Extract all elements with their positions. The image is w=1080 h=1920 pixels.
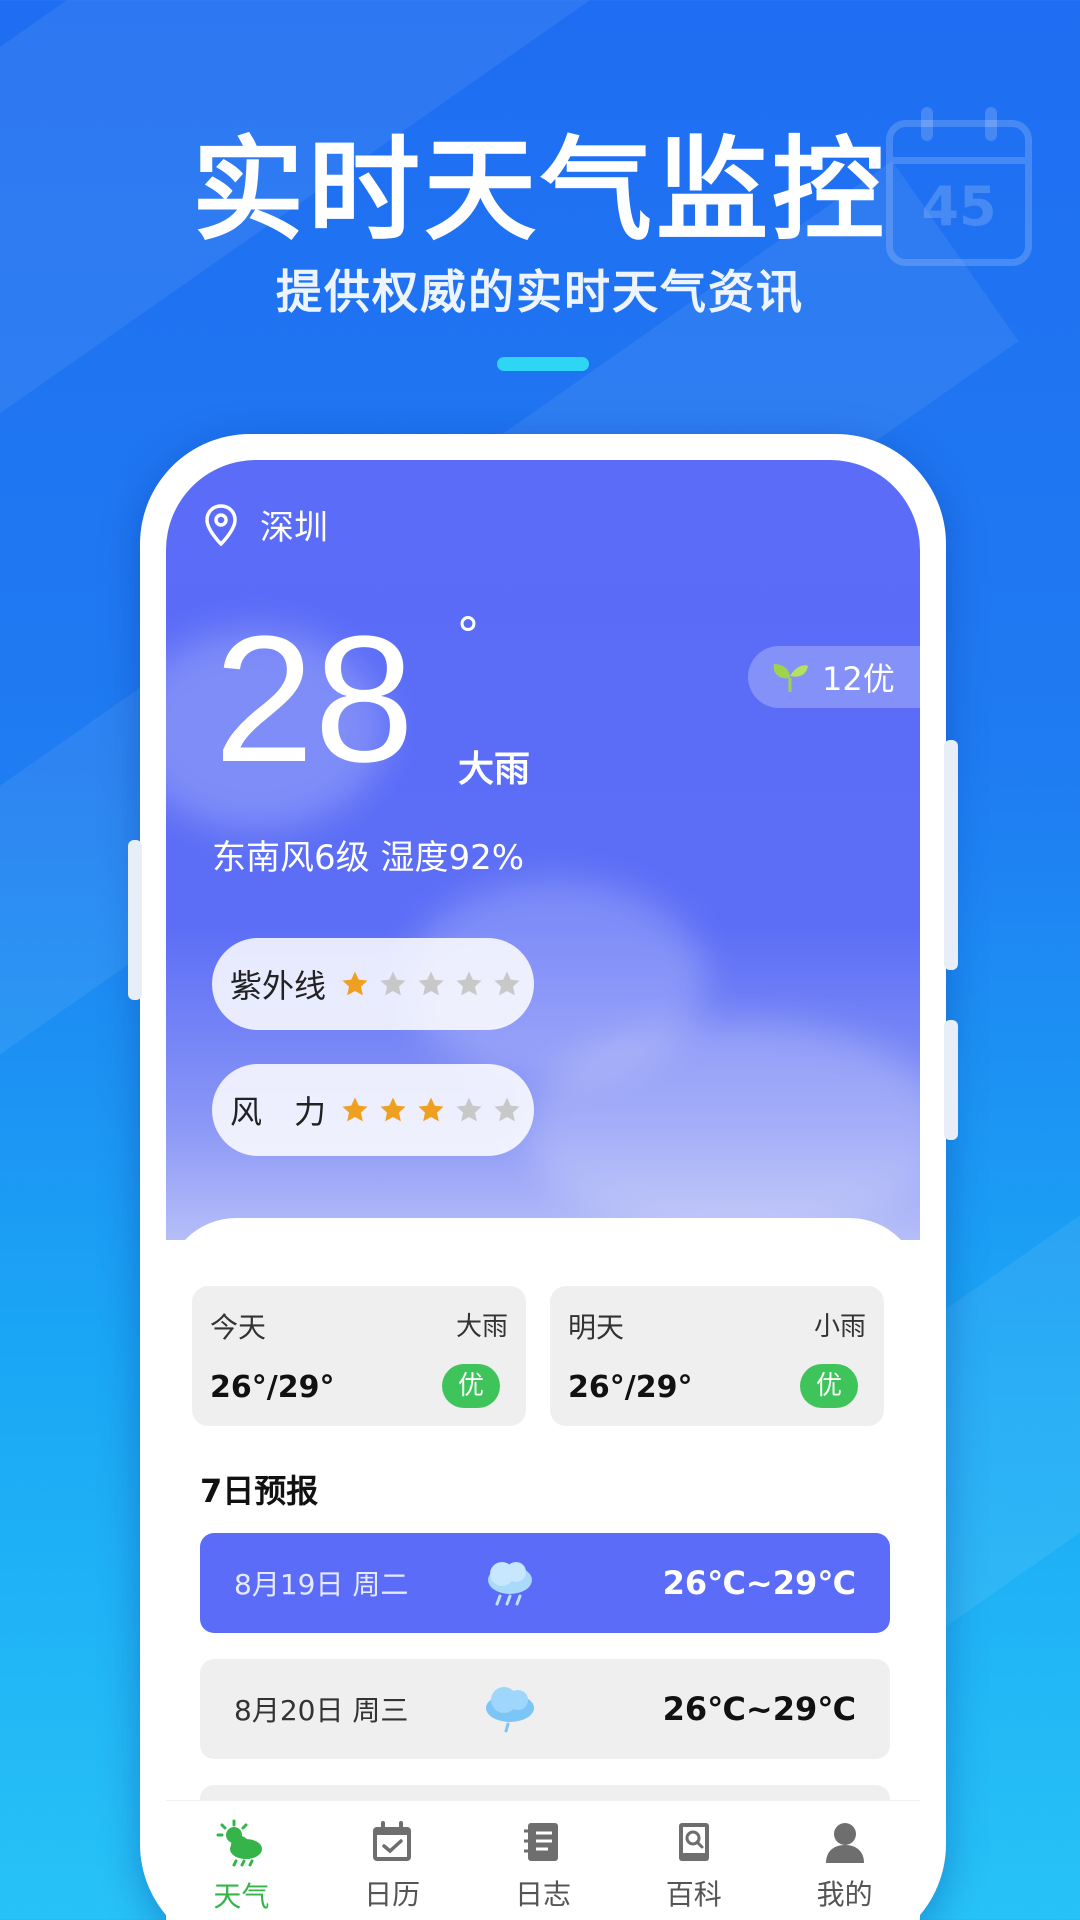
day-condition: 大雨 [455,1312,508,1342]
tab-label: 我的 [816,1878,873,1911]
encyclopedia-icon [678,1823,709,1861]
star-empty-icon [494,971,520,996]
profile-icon [825,1823,864,1863]
star-filled-icon [380,1097,406,1122]
day-name: 明天 [568,1311,625,1344]
star-filled-icon [342,971,368,996]
uv-rating [340,969,530,999]
wind-force-label: 风 力 [230,1093,327,1131]
wind-humidity: 东南风6级 湿度92% [212,838,525,878]
current-temperature: 28 [214,599,415,800]
bottom-tab-bar: 天气 日历 日志 百科 我的 [166,1800,920,1920]
forecast-temp-range: 26℃~29℃ [662,1564,856,1602]
calendar-icon [373,1821,412,1861]
day-condition: 小雨 [813,1312,866,1342]
degree-symbol: ° [456,608,480,664]
uv-index-pill: 紫外线 [212,938,534,1030]
location[interactable]: 深圳 [204,500,328,549]
star-filled-icon [342,1097,368,1122]
phone-side-button [944,1020,958,1140]
hero-divider [497,357,589,371]
forecast-date: 8月20日 周三 [234,1694,409,1727]
star-empty-icon [456,1097,482,1122]
day-temp-range: 26°/29° [568,1370,693,1405]
phone-side-button [944,740,958,970]
calendar-deco-icon: 45 [886,107,1032,266]
forecast-row[interactable]: 8月19日 周二 26℃~29℃ [200,1533,890,1633]
light-rain-cloud-icon [480,1684,662,1734]
tab-journal[interactable]: 日志 [478,1819,608,1920]
tab-calendar[interactable]: 日历 [327,1819,457,1920]
tab-encyclopedia[interactable]: 百科 [629,1819,759,1920]
location-pin-icon [205,503,237,546]
notebook-icon [523,1823,558,1861]
tab-weather[interactable]: 天气 [176,1819,306,1920]
calendar-deco-number: 45 [921,175,997,238]
current-condition: 大雨 [458,749,531,790]
rain-cloud-icon [480,1558,662,1608]
star-empty-icon [494,1097,520,1122]
forecast-temp-range: 26℃~29℃ [662,1690,856,1728]
tab-profile[interactable]: 我的 [780,1819,910,1920]
tab-label: 百科 [665,1878,722,1911]
today-card[interactable]: 今天 大雨 26°/29° 优 [192,1286,526,1426]
forecast-title: 7日预报 [200,1472,319,1510]
star-empty-icon [380,971,406,996]
tab-label: 日志 [514,1878,571,1911]
air-quality-badge: 优 [800,1364,858,1408]
app-screen: 深圳 28 ° 大雨 12优 东南风6级 湿度92% 紫外线 风 力 今天 大雨 [166,460,920,1920]
weather-icon [216,1819,263,1867]
wind-force-pill: 风 力 [212,1064,534,1156]
phone-side-button [128,840,142,1000]
star-empty-icon [418,971,444,996]
wind-rating [340,1095,530,1125]
forecast-date: 8月19日 周二 [234,1568,409,1601]
star-filled-icon [418,1097,444,1122]
star-empty-icon [456,971,482,996]
leaf-icon [773,664,808,692]
air-quality-badge: 优 [442,1364,500,1408]
current-weather-panel: 深圳 28 ° 大雨 12优 东南风6级 湿度92% 紫外线 风 力 [166,460,920,1240]
aqi-badge[interactable]: 12优 [748,646,920,708]
forecast-row[interactable]: 8月20日 周三 26℃~29℃ [200,1659,890,1759]
day-temp-range: 26°/29° [210,1370,335,1405]
uv-index-label: 紫外线 [230,967,327,1005]
day-name: 今天 [210,1311,267,1344]
aqi-value: 12优 [822,660,895,698]
tomorrow-card[interactable]: 明天 小雨 26°/29° 优 [550,1286,884,1426]
tab-label: 日历 [364,1878,421,1911]
tab-label: 天气 [213,1880,270,1913]
city-name: 深圳 [260,508,328,548]
